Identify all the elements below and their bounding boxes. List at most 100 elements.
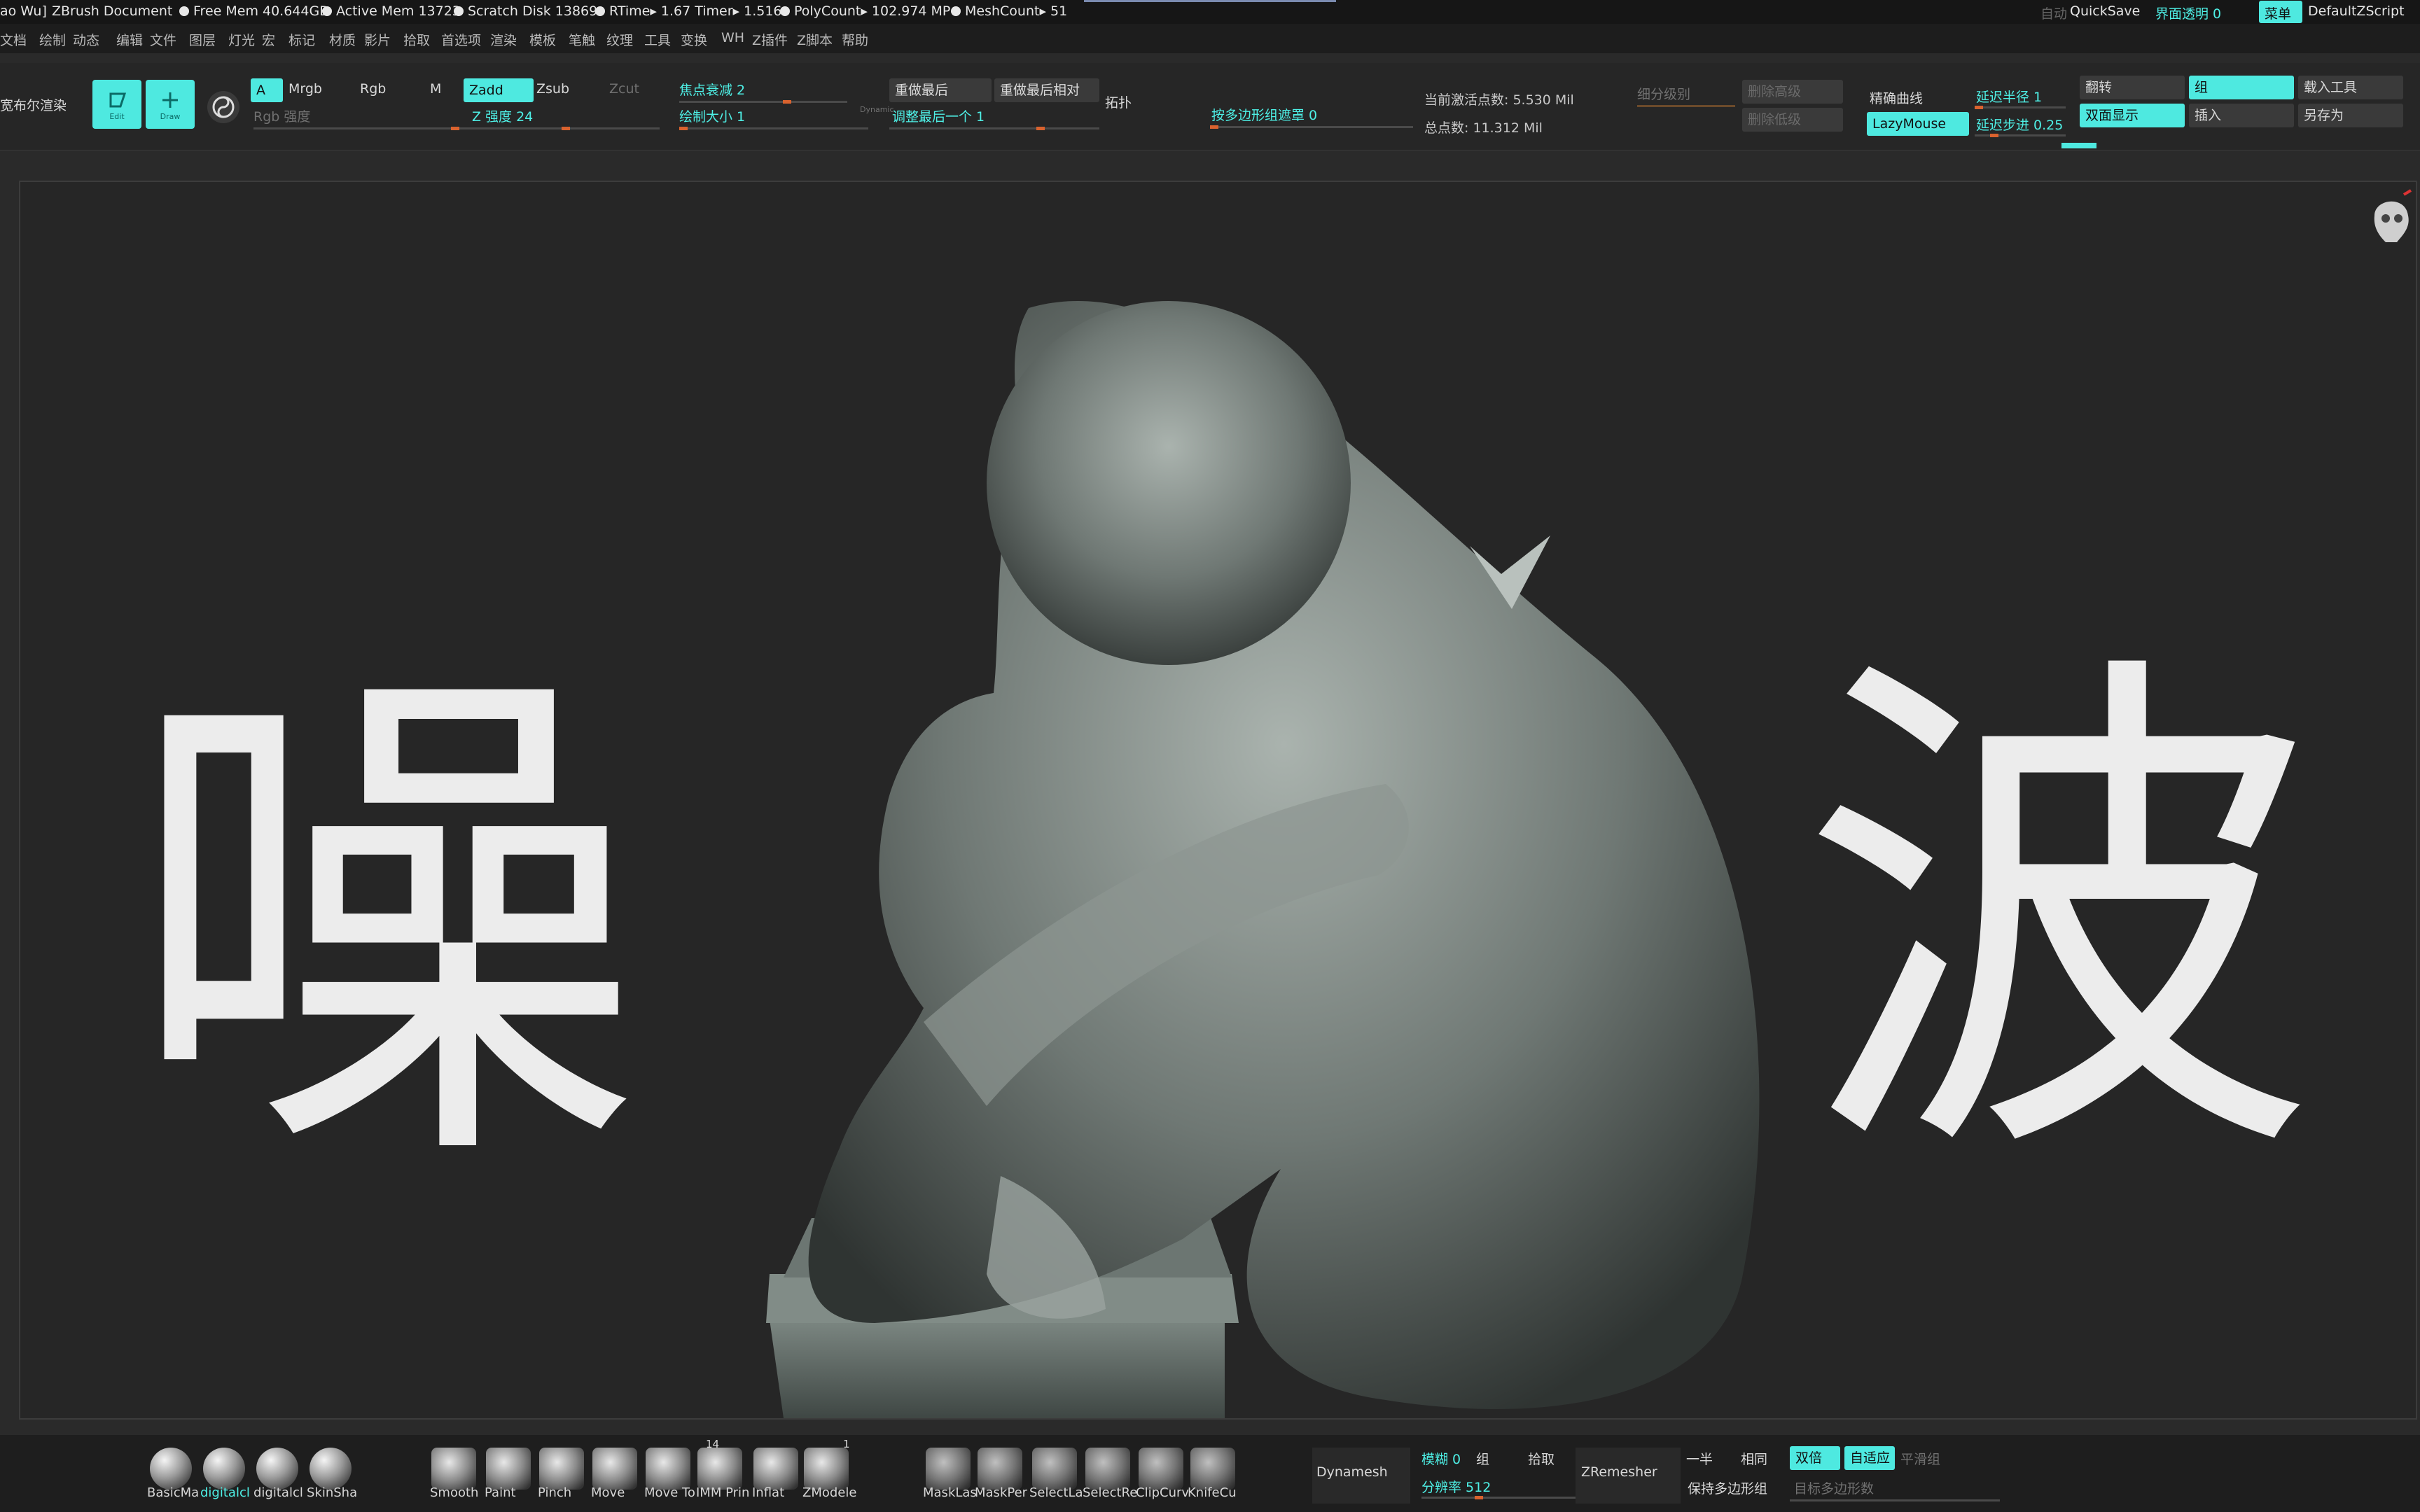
menu-item-22[interactable]: 帮助 xyxy=(842,30,868,49)
menu-item-17[interactable]: 工具 xyxy=(644,30,671,49)
material-swatch-3[interactable] xyxy=(310,1448,352,1490)
polygroup-mask-slider[interactable]: 按多边形组遮罩 0 xyxy=(1211,105,1317,124)
menu-item-1[interactable]: 绘制 xyxy=(39,30,66,49)
adjust-last-slider[interactable]: 调整最后一个 1 xyxy=(892,106,985,125)
rgb-toggle[interactable]: Rgb xyxy=(360,81,386,97)
menu-item-6[interactable]: 灯光 xyxy=(228,30,255,49)
resolution-track[interactable] xyxy=(1421,1496,1576,1499)
z-intensity-track[interactable] xyxy=(464,127,660,130)
redo-last-relative-button[interactable]: 重做最后相对 xyxy=(994,78,1099,102)
brush-1[interactable] xyxy=(486,1448,531,1490)
mask-tool-1[interactable] xyxy=(978,1448,1022,1490)
m-toggle[interactable]: M xyxy=(430,81,441,97)
menu-item-12[interactable]: 首选项 xyxy=(441,30,481,49)
material-swatch-2[interactable] xyxy=(256,1448,298,1490)
menu-item-13[interactable]: 渲染 xyxy=(490,30,517,49)
menu-item-16[interactable]: 纹理 xyxy=(606,30,633,49)
zadd-toggle[interactable]: Zadd xyxy=(464,78,534,102)
brush-2[interactable] xyxy=(539,1448,584,1490)
zsub-toggle[interactable]: Zsub xyxy=(536,81,569,97)
lazymouse-toggle[interactable]: LazyMouse xyxy=(1867,112,1969,136)
draw-size-track[interactable] xyxy=(679,127,868,130)
zcut-toggle[interactable]: Zcut xyxy=(609,81,639,97)
redo-last-button[interactable]: 重做最后 xyxy=(889,78,992,102)
load-tool-button[interactable]: 载入工具 xyxy=(2298,76,2403,99)
polygroup-mask-track[interactable] xyxy=(1210,125,1413,129)
brush-7[interactable] xyxy=(804,1448,849,1490)
menu-item-14[interactable]: 模板 xyxy=(529,30,556,49)
lazy-radius-track[interactable] xyxy=(1975,106,2066,109)
target-poly-track[interactable] xyxy=(1790,1499,2000,1502)
dynamic-toggle[interactable]: Dynamic xyxy=(860,105,894,114)
topology-button[interactable]: 拓扑 xyxy=(1105,92,1132,111)
mrgb-toggle[interactable]: Mrgb xyxy=(288,81,322,97)
smooth-groups-toggle[interactable]: 平滑组 xyxy=(1900,1449,1940,1468)
blur-slider[interactable]: 模糊 0 xyxy=(1421,1449,1461,1468)
bpr-render-button[interactable]: 宽布尔渲染 xyxy=(0,95,67,114)
rgb-intensity-slider[interactable]: Rgb 强度 xyxy=(253,106,310,125)
mask-tool-0[interactable] xyxy=(926,1448,971,1490)
menu-item-10[interactable]: 影片 xyxy=(364,30,391,49)
ui-transparency-slider[interactable]: 界面透明 0 xyxy=(2155,4,2221,22)
flip-button[interactable]: 翻转 xyxy=(2080,76,2185,99)
brush-0[interactable] xyxy=(431,1448,476,1490)
a-toggle[interactable]: A xyxy=(251,78,283,102)
menu-item-7[interactable]: 宏 xyxy=(262,30,275,49)
mask-tool-5[interactable] xyxy=(1190,1448,1235,1490)
double-sided-toggle[interactable]: 双面显示 xyxy=(2080,104,2185,127)
brush-5[interactable] xyxy=(697,1448,742,1490)
mask-tool-4[interactable] xyxy=(1139,1448,1183,1490)
menu-item-15[interactable]: 笔触 xyxy=(569,30,595,49)
menu-item-18[interactable]: 变换 xyxy=(681,30,707,49)
menu-item-0[interactable]: 文档 xyxy=(0,30,27,49)
focal-shift-slider[interactable]: 焦点衰减 2 xyxy=(679,80,745,99)
lazy-radius-slider[interactable]: 延迟半径 1 xyxy=(1976,87,2042,106)
menu-item-9[interactable]: 材质 xyxy=(329,30,356,49)
mask-tool-3[interactable] xyxy=(1085,1448,1130,1490)
rgb-intensity-track[interactable] xyxy=(253,127,464,130)
draw-mode-button[interactable]: Draw xyxy=(146,80,195,129)
pick-button[interactable]: 拾取 xyxy=(1528,1449,1555,1468)
sculpt-model[interactable] xyxy=(20,182,2416,1418)
delete-higher-button[interactable]: 删除高级 xyxy=(1742,80,1843,104)
brush-6[interactable] xyxy=(753,1448,798,1490)
keep-groups-toggle[interactable]: 保持多边形组 xyxy=(1688,1478,1767,1497)
mask-tool-2[interactable] xyxy=(1032,1448,1077,1490)
menu-item-8[interactable]: 标记 xyxy=(288,30,315,49)
material-swatch-1[interactable] xyxy=(203,1448,245,1490)
adaptive-toggle[interactable]: 自适应 xyxy=(1844,1446,1895,1470)
lazy-step-track[interactable] xyxy=(1975,134,2066,137)
z-intensity-slider[interactable]: Z 强度 24 xyxy=(472,106,533,125)
navigation-skull-icon[interactable] xyxy=(2365,188,2415,255)
target-poly-slider[interactable]: 目标多边形数 xyxy=(1794,1478,1874,1497)
group-toggle[interactable]: 组 xyxy=(2189,76,2294,99)
menu-item-21[interactable]: Z脚本 xyxy=(797,30,833,49)
half-button[interactable]: 一半 xyxy=(1686,1449,1713,1468)
menu-item-2[interactable]: 动态 xyxy=(73,30,99,49)
precise-curve-toggle[interactable]: 精确曲线 xyxy=(1870,88,1923,107)
menu-item-11[interactable]: 拾取 xyxy=(403,30,430,49)
menu-item-3[interactable]: 编辑 xyxy=(116,30,143,49)
lazy-step-slider[interactable]: 延迟步进 0.25 xyxy=(1976,115,2063,134)
edit-mode-button[interactable]: Edit xyxy=(92,80,141,129)
subdiv-level-track[interactable] xyxy=(1637,105,1735,107)
save-as-button[interactable]: 另存为 xyxy=(2298,104,2403,127)
subdiv-level-slider[interactable]: 细分级别 xyxy=(1637,84,1690,103)
adjust-last-track[interactable] xyxy=(889,127,1099,130)
quicksave-button[interactable]: QuickSave xyxy=(2070,4,2140,19)
menu-item-20[interactable]: Z插件 xyxy=(752,30,788,49)
menu-item-5[interactable]: 图层 xyxy=(189,30,216,49)
draw-size-slider[interactable]: 绘制大小 1 xyxy=(679,106,745,125)
material-swatch-0[interactable] xyxy=(150,1448,192,1490)
brush-3[interactable] xyxy=(592,1448,637,1490)
document-canvas[interactable]: 噪 波 xyxy=(19,181,2417,1420)
menu-item-19[interactable]: WH xyxy=(721,30,744,46)
same-button[interactable]: 相同 xyxy=(1741,1449,1767,1468)
symmetry-button[interactable] xyxy=(207,91,239,123)
double-button[interactable]: 双倍 xyxy=(1790,1446,1840,1470)
insert-button[interactable]: 插入 xyxy=(2189,104,2294,127)
resolution-slider[interactable]: 分辨率 512 xyxy=(1421,1477,1491,1496)
brush-4[interactable] xyxy=(646,1448,690,1490)
menu-item-4[interactable]: 文件 xyxy=(150,30,176,49)
focal-shift-track[interactable] xyxy=(679,100,847,104)
